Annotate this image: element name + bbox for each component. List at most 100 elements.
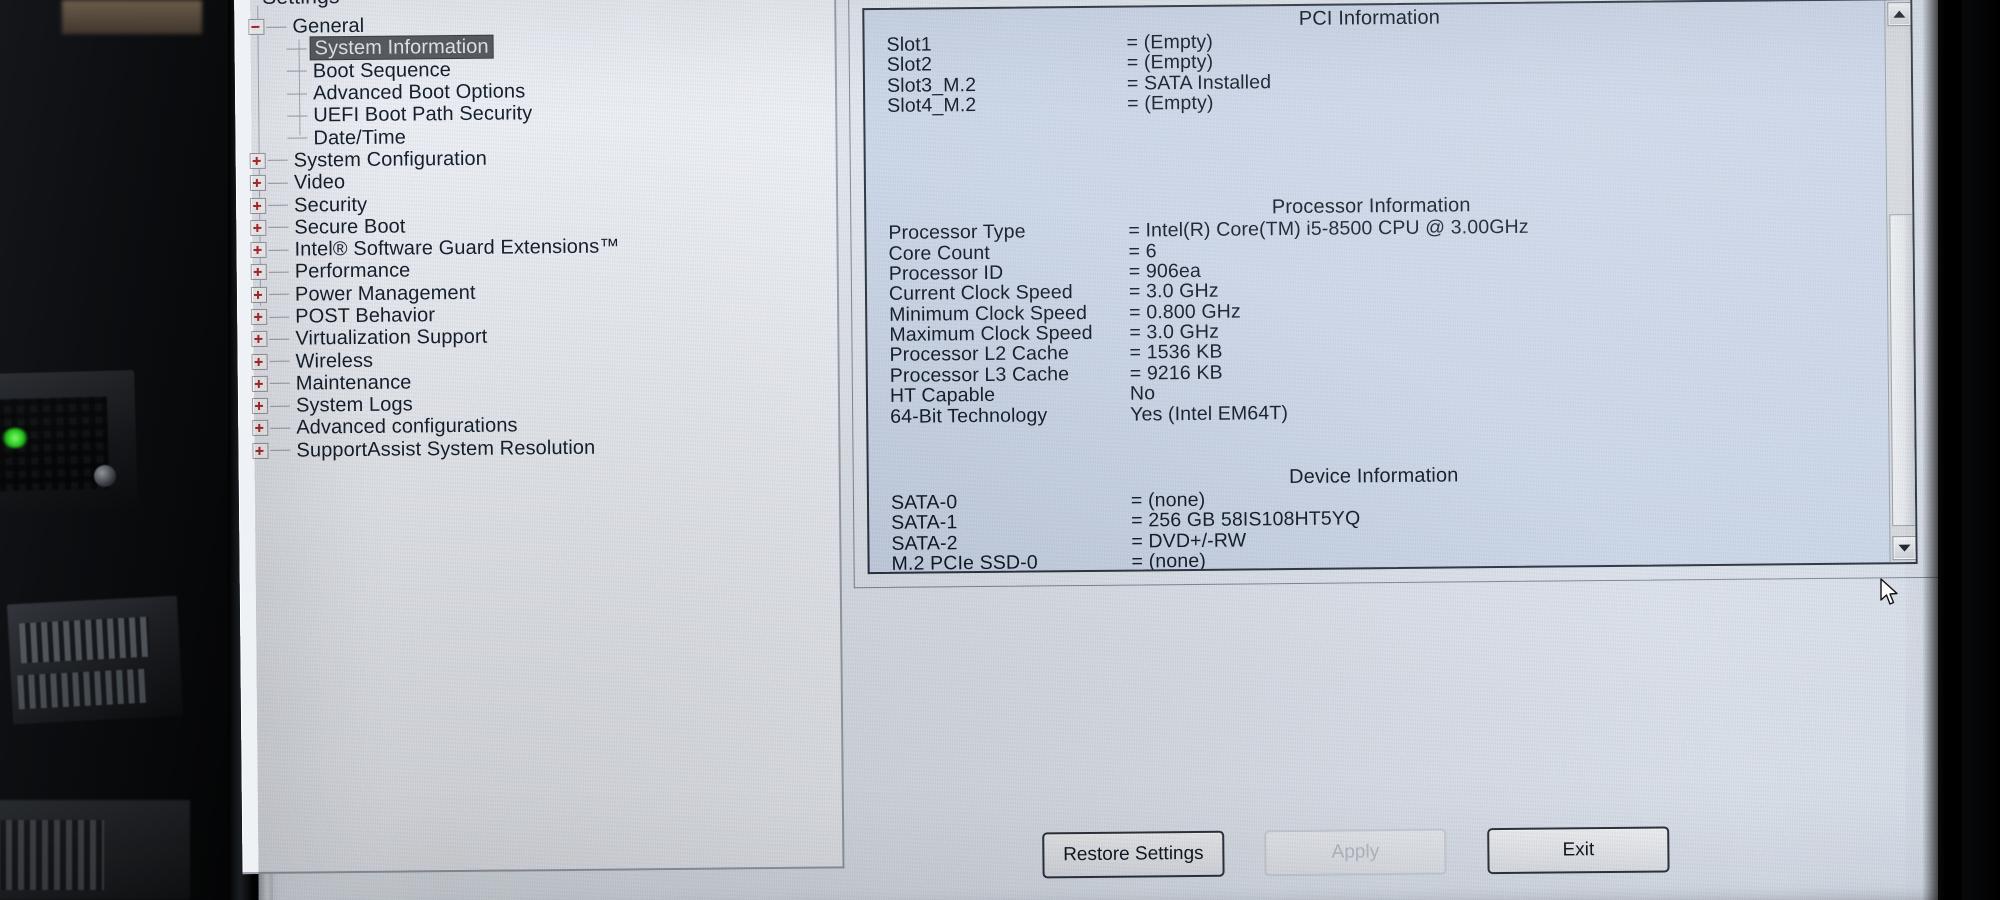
sidebar-item-label: Boot Sequence [312,58,452,83]
expand-icon[interactable] [250,241,267,259]
info-row-value: = (Empty) [1127,91,1214,115]
thumb-screw [94,465,116,487]
info-row-key: SATA-0 [890,491,958,514]
system-information-content-frame: PCI Information Slot1 = (Empty) Slot2 = (Emp… [862,0,1918,575]
info-row-key: Slot2 [886,53,933,77]
scroll-down-arrow-icon [1898,544,1911,552]
monitor-photo: Settings GeneralSystem InformationBoot S… [0,0,2000,900]
tree-connector-line [287,92,308,95]
settings-tree[interactable]: General System Information Boot Sequence Ad… [234,10,838,462]
sidebar-item-label: Wireless [295,349,374,373]
tree-connector-line [270,405,291,407]
sidebar-item-label: Virtualization Support [295,326,488,350]
expansion-card-connector-2 [17,668,149,710]
expand-icon[interactable] [250,197,267,214]
scroll-up-button[interactable] [1887,2,1912,27]
tree-connector-line [269,383,290,385]
sidebar-item-label: Date/Time [313,126,406,150]
info-row-key: Slot4_M.2 [887,94,977,118]
expand-icon[interactable] [252,442,269,459]
info-row-key: Core Count [888,241,990,265]
info-row-value: = 6 [1128,239,1157,263]
tree-connector-line [266,26,287,28]
info-row-key: Processor ID [888,261,1004,285]
sidebar-item-label: POST Behavior [295,304,436,328]
mouse-cursor [1880,578,1898,605]
info-row-key: Current Clock Speed [888,281,1073,306]
info-row-value: = 906ea [1128,259,1201,283]
tree-connector-line [269,338,290,340]
info-row-key: Processor L3 Cache [889,363,1070,387]
apply-button: Apply [1264,828,1447,877]
tree-connector-line [287,137,308,139]
expand-icon[interactable] [251,331,268,348]
info-row-key: Slot1 [886,33,932,56]
scroll-down-button[interactable] [1892,536,1917,561]
info-row-key: Processor Type [888,220,1026,245]
photo-right-dark-area-2 [1922,0,1962,900]
sidebar-item-label: Power Management [294,281,476,306]
scroll-up-arrow-icon [1893,10,1906,18]
tree-connector-line [286,70,307,72]
info-row-value: = SATA Installed [1126,70,1272,95]
sidebar-item-label: UEFI Boot Path Security [313,102,533,127]
info-row-value: Yes (Intel EM64T) [1130,401,1289,426]
info-row-value: = 256 GB 58IS108HT5YQ [1131,507,1361,532]
collapse-icon[interactable] [248,19,265,36]
button-bar: Restore Settings Apply Exit [1032,824,1952,885]
chassis-bottom-vent [0,820,104,890]
expand-icon[interactable] [251,353,268,370]
sidebar-item-label: SupportAssist System Resolution [296,436,596,462]
sidebar-item-label: System Configuration [293,147,487,172]
sidebar-item-supportassist-system-resolution[interactable]: SupportAssist System Resolution [238,434,838,462]
settings-title: Settings [262,0,340,10]
expand-icon[interactable] [250,286,268,303]
expand-icon[interactable] [249,175,266,192]
expand-icon[interactable] [251,308,268,326]
info-row-key: 64-Bit Technology [890,404,1048,428]
sidebar-item-label: Secure Boot [294,215,406,239]
status-led-indicator [2,428,28,448]
system-information-content: PCI Information Slot1 = (Empty) Slot2 = (Emp… [864,0,1879,575]
exit-button[interactable]: Exit [1487,826,1670,875]
info-row-value: = 0.800 GHz [1129,300,1241,324]
tree-connector-line [287,115,308,117]
expand-icon[interactable] [249,152,266,169]
settings-tree-panel: Settings GeneralSystem InformationBoot S… [233,0,845,875]
info-row-value: = (none) [1131,549,1207,573]
bios-setup-window: Settings GeneralSystem InformationBoot S… [233,0,1955,900]
tree-connector-line [268,226,289,229]
restore-settings-button[interactable]: Restore Settings [1042,830,1225,879]
info-row-value: = 3.0 GHz [1128,280,1219,303]
expand-icon[interactable] [250,219,267,236]
tree-connector-line [286,48,307,50]
expand-icon[interactable] [251,375,268,392]
tree-connector-line [268,293,289,296]
scrollbar-thumb[interactable] [1889,214,1917,527]
info-row-value: = (Empty) [1126,51,1214,74]
system-information-group: System Information PCI InformationSlot1=… [848,0,1946,606]
expand-icon[interactable] [252,420,269,437]
info-row-value: = 3.0 GHz [1129,320,1220,344]
tree-connector-line [268,271,289,273]
tree-connector-line [270,449,291,452]
tree-connector-line [269,316,290,318]
info-row-value: No [1129,382,1156,405]
background-wall [62,0,202,34]
sidebar-item-label: Advanced configurations [296,414,518,440]
tree-connector-line [270,427,291,429]
expand-icon[interactable] [250,264,267,281]
expand-icon[interactable] [251,398,269,415]
info-row-value: = 1536 KB [1129,341,1223,365]
sidebar-item-label: Video [293,171,346,194]
tree-connector-line [268,204,289,206]
info-row-key: M.2 PCIe SSD-0 [891,551,1038,575]
monitor-screen: Settings GeneralSystem InformationBoot S… [233,0,1989,900]
info-row-key: SATA-1 [891,511,958,535]
tree-connector-line [268,249,289,251]
sidebar-item-label: General [292,15,365,38]
vertical-scrollbar[interactable] [1884,0,1917,563]
sidebar-item-label: Intel® Software Guard Extensions™ [294,235,620,261]
info-row-key: HT Capable [889,384,996,408]
sidebar-item-label: Advanced Boot Options [312,80,526,105]
